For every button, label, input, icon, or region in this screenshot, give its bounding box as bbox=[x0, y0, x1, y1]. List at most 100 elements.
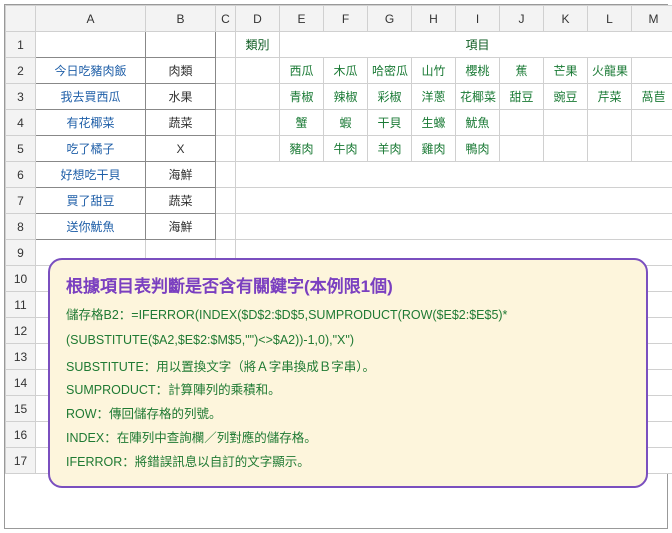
item-cell[interactable]: 羊肉 bbox=[368, 136, 412, 162]
item-cell[interactable] bbox=[632, 136, 672, 162]
cell-C7[interactable] bbox=[216, 188, 236, 214]
cell-A7[interactable]: 買了甜豆 bbox=[36, 188, 146, 214]
row-header-9[interactable]: 9 bbox=[6, 240, 36, 266]
header-category[interactable]: 類別 bbox=[146, 32, 216, 58]
row-header-11[interactable]: 11 bbox=[6, 292, 36, 318]
row-header-4[interactable]: 4 bbox=[6, 110, 36, 136]
cell-C8[interactable] bbox=[216, 214, 236, 240]
item-cell[interactable]: 山竹 bbox=[412, 58, 456, 84]
cell-B5[interactable]: X bbox=[146, 136, 216, 162]
row-header-6[interactable]: 6 bbox=[6, 162, 36, 188]
item-cell[interactable] bbox=[588, 136, 632, 162]
item-cell[interactable]: 雞肉 bbox=[412, 136, 456, 162]
row-header-13[interactable]: 13 bbox=[6, 344, 36, 370]
select-all-corner[interactable] bbox=[6, 6, 36, 32]
cell-C3[interactable] bbox=[216, 84, 236, 110]
row-header-7[interactable]: 7 bbox=[6, 188, 36, 214]
item-cell[interactable] bbox=[500, 110, 544, 136]
item-cell[interactable]: 萵苣 bbox=[632, 84, 672, 110]
col-header-M[interactable]: M bbox=[632, 6, 672, 32]
cell-A3[interactable]: 我去買西瓜 bbox=[36, 84, 146, 110]
item-cell[interactable] bbox=[544, 136, 588, 162]
cell-A4[interactable]: 有花椰菜 bbox=[36, 110, 146, 136]
cell-C5[interactable] bbox=[216, 136, 236, 162]
item-cell[interactable]: 生蠔 bbox=[412, 110, 456, 136]
item-cell[interactable]: 魷魚 bbox=[456, 110, 500, 136]
item-cell[interactable]: 辣椒 bbox=[324, 84, 368, 110]
cell-D7[interactable] bbox=[236, 188, 672, 214]
item-cell[interactable] bbox=[588, 110, 632, 136]
item-cell[interactable]: 豌豆 bbox=[544, 84, 588, 110]
item-cell[interactable] bbox=[632, 110, 672, 136]
col-header-K[interactable]: K bbox=[544, 6, 588, 32]
cell-A8[interactable]: 送你魷魚 bbox=[36, 214, 146, 240]
cat-meat[interactable]: 肉類 bbox=[236, 136, 280, 162]
cell-B8[interactable]: 海鮮 bbox=[146, 214, 216, 240]
item-cell[interactable]: 櫻桃 bbox=[456, 58, 500, 84]
item-cell[interactable]: 花椰菜 bbox=[456, 84, 500, 110]
cat-seafood[interactable]: 海鮮 bbox=[236, 110, 280, 136]
col-header-J[interactable]: J bbox=[500, 6, 544, 32]
item-cell[interactable]: 西瓜 bbox=[280, 58, 324, 84]
cat-veg[interactable]: 蔬菜 bbox=[236, 84, 280, 110]
row-header-14[interactable]: 14 bbox=[6, 370, 36, 396]
item-cell[interactable]: 哈密瓜 bbox=[368, 58, 412, 84]
item-cell[interactable]: 干貝 bbox=[368, 110, 412, 136]
item-cell[interactable] bbox=[632, 58, 672, 84]
row-header-17[interactable]: 17 bbox=[6, 448, 36, 474]
row-header-1[interactable]: 1 bbox=[6, 32, 36, 58]
item-cell[interactable]: 蝦 bbox=[324, 110, 368, 136]
item-cell[interactable] bbox=[544, 110, 588, 136]
row-header-12[interactable]: 12 bbox=[6, 318, 36, 344]
col-header-A[interactable]: A bbox=[36, 6, 146, 32]
cell-D8[interactable] bbox=[236, 214, 672, 240]
item-cell[interactable]: 芒果 bbox=[544, 58, 588, 84]
item-cell[interactable]: 蟹 bbox=[280, 110, 324, 136]
col-header-G[interactable]: G bbox=[368, 6, 412, 32]
col-header-L[interactable]: L bbox=[588, 6, 632, 32]
cell-C6[interactable] bbox=[216, 162, 236, 188]
row-header-2[interactable]: 2 bbox=[6, 58, 36, 84]
row-header-3[interactable]: 3 bbox=[6, 84, 36, 110]
row-header-8[interactable]: 8 bbox=[6, 214, 36, 240]
cell-C2[interactable] bbox=[216, 58, 236, 84]
cell-A2[interactable]: 今日吃豬肉飯 bbox=[36, 58, 146, 84]
cell-B6[interactable]: 海鮮 bbox=[146, 162, 216, 188]
item-cell[interactable]: 牛肉 bbox=[324, 136, 368, 162]
item-cell[interactable]: 洋蔥 bbox=[412, 84, 456, 110]
row-header-5[interactable]: 5 bbox=[6, 136, 36, 162]
cell-C4[interactable] bbox=[216, 110, 236, 136]
item-cell[interactable]: 豬肉 bbox=[280, 136, 324, 162]
cell-A6[interactable]: 好想吃干貝 bbox=[36, 162, 146, 188]
cat-fruit[interactable]: 水果 bbox=[236, 58, 280, 84]
item-cell[interactable]: 鴨肉 bbox=[456, 136, 500, 162]
row-header-10[interactable]: 10 bbox=[6, 266, 36, 292]
item-cell[interactable]: 青椒 bbox=[280, 84, 324, 110]
item-cell[interactable]: 芹菜 bbox=[588, 84, 632, 110]
item-cell[interactable]: 蕉 bbox=[500, 58, 544, 84]
cell-A5[interactable]: 吃了橘子 bbox=[36, 136, 146, 162]
col-header-F[interactable]: F bbox=[324, 6, 368, 32]
item-cell[interactable] bbox=[500, 136, 544, 162]
row-header-16[interactable]: 16 bbox=[6, 422, 36, 448]
cell-B4[interactable]: 蔬菜 bbox=[146, 110, 216, 136]
cell-B7[interactable]: 蔬菜 bbox=[146, 188, 216, 214]
header-input[interactable]: 輸入 bbox=[36, 32, 146, 58]
item-cell[interactable]: 甜豆 bbox=[500, 84, 544, 110]
col-header-E[interactable]: E bbox=[280, 6, 324, 32]
cell-B3[interactable]: 水果 bbox=[146, 84, 216, 110]
item-cell[interactable]: 彩椒 bbox=[368, 84, 412, 110]
col-header-B[interactable]: B bbox=[146, 6, 216, 32]
cell-D6[interactable] bbox=[236, 162, 672, 188]
cell-C1[interactable] bbox=[216, 32, 236, 58]
item-cell[interactable]: 火龍果 bbox=[588, 58, 632, 84]
item-cell[interactable]: 木瓜 bbox=[324, 58, 368, 84]
col-header-C[interactable]: C bbox=[216, 6, 236, 32]
cell-B2[interactable]: 肉類 bbox=[146, 58, 216, 84]
items-header-items[interactable]: 項目 bbox=[280, 32, 672, 58]
col-header-D[interactable]: D bbox=[236, 6, 280, 32]
items-header-category[interactable]: 類別 bbox=[236, 32, 280, 58]
row-header-15[interactable]: 15 bbox=[6, 396, 36, 422]
col-header-H[interactable]: H bbox=[412, 6, 456, 32]
col-header-I[interactable]: I bbox=[456, 6, 500, 32]
